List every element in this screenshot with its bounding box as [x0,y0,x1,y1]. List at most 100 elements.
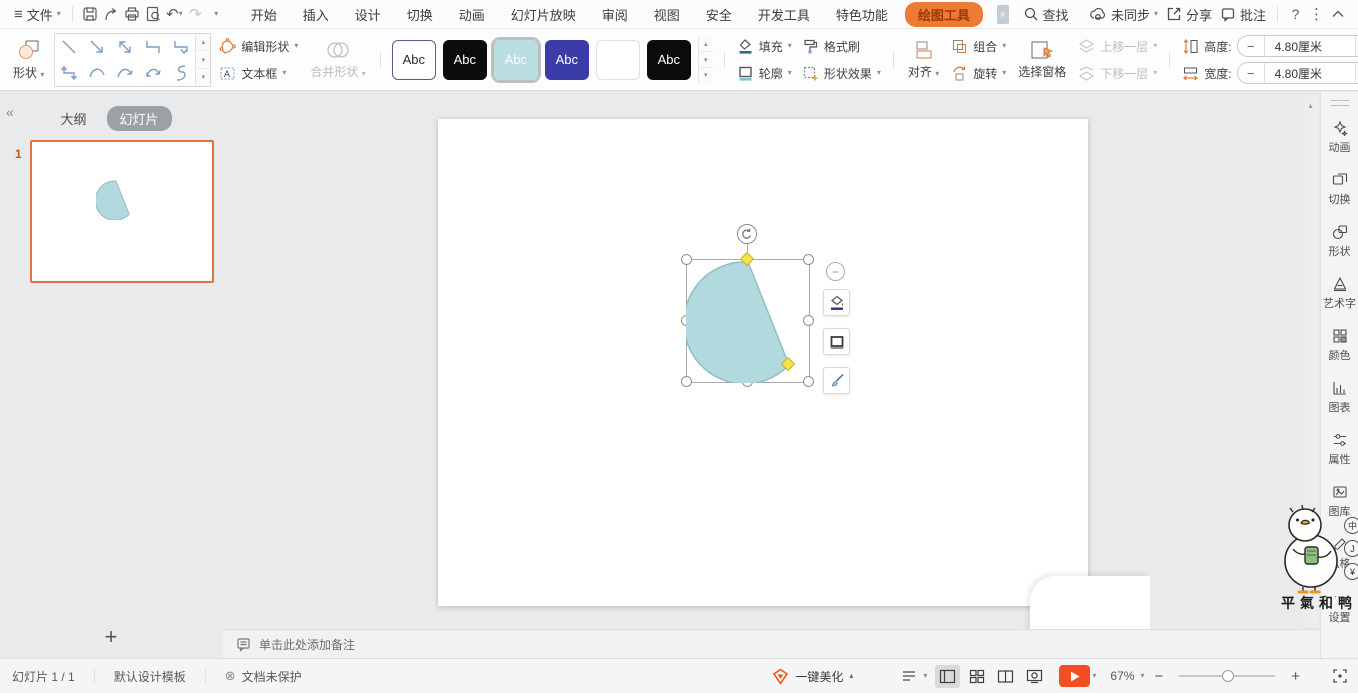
beautify-button[interactable]: 一键美化 ▴ [760,668,865,685]
quick-fill-button[interactable] [823,289,850,316]
print-button[interactable] [122,2,143,26]
rotate-button[interactable]: 旋转 ▾ [951,62,1006,85]
send-backward-button[interactable]: 下移一层 ▾ [1078,62,1157,85]
sidebar-item-gallery[interactable]: 图库 [1321,484,1358,519]
gallery-down-button[interactable]: ▾ [196,51,211,69]
collapse-panel-button[interactable]: « [6,104,14,120]
curve-connector[interactable] [83,60,111,86]
notes-bar[interactable]: 单击此处添加备注 [222,629,1320,658]
view-normal-button[interactable] [935,664,961,688]
undo-button[interactable]: ↶ ▾ [164,2,185,26]
notes-toggle-button[interactable]: ▾ [895,669,933,683]
tab-transition[interactable]: 切换 [394,1,446,28]
shape-effects-button[interactable]: 形状效果 ▾ [802,62,881,85]
selection-pane-button[interactable]: 选择窗格 [1011,32,1073,88]
tab-special-features[interactable]: 特色功能 [823,1,901,28]
gallery-expand-button[interactable]: ▾ [196,69,210,86]
zoom-out-button[interactable]: − [1148,668,1169,685]
curved-arrow-connector[interactable] [111,60,139,86]
share-button[interactable]: 分享 [1162,5,1216,24]
rotate-handle[interactable] [737,224,757,244]
zoom-slider-knob[interactable] [1222,670,1235,682]
tab-review[interactable]: 审阅 [589,1,641,28]
main-menu-button[interactable]: ≡ 文件 ▾ [10,5,65,24]
shapes-button[interactable]: 形状 ▾ [6,32,51,88]
tab-design[interactable]: 设计 [342,1,394,28]
view-reading-button[interactable] [993,665,1018,688]
more-menu-button[interactable]: ⋮ [1306,2,1327,26]
quickbar-more-button[interactable]: ▾ [206,2,227,26]
width-decrease-button[interactable]: − [1238,66,1264,81]
height-decrease-button[interactable]: − [1238,39,1264,54]
comment-button[interactable]: 批注 [1216,5,1270,24]
save-button[interactable] [80,2,101,26]
freeform-connector[interactable] [167,60,195,86]
elbow-double-arrow-connector[interactable] [55,60,83,86]
shape-style-4[interactable]: Abc [544,39,589,80]
view-slideshow-button[interactable] [1022,665,1047,688]
height-value[interactable]: 4.80厘米 [1263,36,1356,56]
shape-style-2[interactable]: Abc [442,39,487,80]
tab-slideshow[interactable]: 幻灯片放映 [498,1,589,28]
output-button[interactable] [101,2,122,26]
ribbon-expand-button[interactable]: » [996,4,1009,24]
zoom-level-button[interactable]: 67% ▾ [1096,669,1148,683]
collapse-quickbar-button[interactable]: − [826,262,845,281]
sidebar-item-wordart[interactable]: 艺术字 [1321,276,1358,311]
sidebar-item-colors[interactable]: 颜色 [1321,328,1358,363]
tab-outline-pane[interactable]: 大纲 [50,106,96,131]
play-slideshow-button[interactable] [1059,665,1091,687]
align-button[interactable]: 对齐 ▾ [901,32,946,88]
fill-button[interactable]: 填充 ▾ [737,35,792,58]
tab-animation[interactable]: 动画 [446,1,498,28]
print-preview-button[interactable] [143,2,164,26]
sidebar-item-properties[interactable]: 属性 [1321,432,1358,467]
tab-security[interactable]: 安全 [693,1,745,28]
shape-style-6[interactable]: Abc [646,39,691,80]
sidebar-item-style[interactable]: 风格 [1321,536,1358,571]
sidebar-item-transition[interactable]: 切换 [1321,172,1358,207]
elbow-arrow-connector[interactable] [167,34,195,60]
tab-insert[interactable]: 插入 [290,1,342,28]
sidebar-more-icon[interactable]: ⋯ [1334,590,1346,603]
style-expand-button[interactable]: ▾ [699,68,713,83]
fit-slide-button[interactable] [1332,668,1348,684]
style-up-button[interactable]: ▴ [698,37,713,53]
shape-style-1[interactable]: Abc [391,39,436,80]
sidebar-item-shapes[interactable]: 形状 [1321,224,1358,259]
view-sorter-button[interactable] [964,665,989,688]
connector-line[interactable] [55,34,83,60]
outline-button[interactable]: 轮廓 ▾ [737,62,792,85]
zoom-in-button[interactable]: + [1285,668,1306,685]
tab-drawing-tools-active[interactable]: 绘图工具 [904,1,983,27]
group-button[interactable]: 组合 ▾ [951,35,1006,58]
format-painter-button[interactable]: 格式刷 [802,35,881,58]
merge-shapes-button[interactable]: 合并形状 ▾ [303,32,372,88]
add-slide-button[interactable]: + [94,624,128,650]
elbow-connector[interactable] [139,34,167,60]
shape-style-5[interactable]: Abc [595,39,640,80]
redo-button[interactable]: ↷ [185,2,206,26]
style-down-button[interactable]: ▾ [698,52,713,68]
shape-style-3-selected[interactable]: Abc [490,36,541,83]
design-template-button[interactable]: 默认设计模板 [102,668,198,685]
connector-arrow[interactable] [83,34,111,60]
document-protection-button[interactable]: ⊗ 文档未保护 [213,668,314,685]
find-button[interactable]: 查找 [1019,5,1073,24]
zoom-slider[interactable] [1179,670,1276,682]
canvas-scrollbar[interactable]: ▴ [1303,96,1318,627]
sidebar-item-animation[interactable]: 动画 [1321,120,1358,155]
gallery-up-button[interactable]: ▴ [196,34,211,52]
quick-style-brush-button[interactable] [823,367,850,394]
slide-thumbnail-1[interactable] [30,140,214,283]
tab-view[interactable]: 视图 [641,1,693,28]
sidebar-drag-handle[interactable] [1330,100,1349,106]
quick-outline-button[interactable] [823,328,850,355]
tab-home[interactable]: 开始 [238,1,290,28]
text-box-button[interactable]: A 文本框 ▾ [219,62,298,85]
sidebar-item-chart[interactable]: 图表 [1321,380,1358,415]
curved-double-arrow-connector[interactable] [139,60,167,86]
width-value[interactable]: 4.80厘米 [1263,63,1356,83]
collapse-ribbon-button[interactable] [1327,2,1348,26]
slide-canvas-area[interactable]: − ▴ [222,92,1320,629]
